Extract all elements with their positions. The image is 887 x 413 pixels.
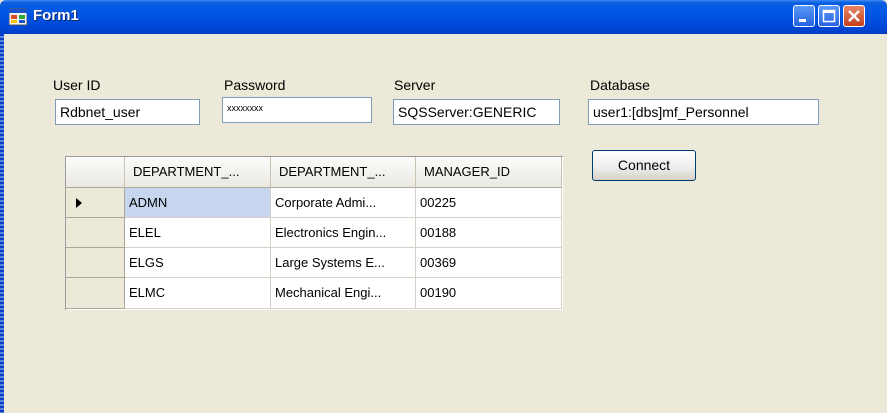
grid-cell[interactable]: Electronics Engin... <box>271 218 416 248</box>
close-button[interactable] <box>843 5 865 27</box>
minimize-button[interactable] <box>793 5 815 27</box>
column-header-department-code[interactable]: DEPARTMENT_... <box>125 157 271 188</box>
current-row-arrow-icon <box>76 198 82 208</box>
userid-label: User ID <box>53 77 101 93</box>
grid-cell[interactable]: 00369 <box>416 248 562 278</box>
database-field[interactable]: user1:[dbs]mf_Personnel <box>588 99 819 125</box>
grid-cell[interactable]: Large Systems E... <box>271 248 416 278</box>
column-header-department-name[interactable]: DEPARTMENT_... <box>271 157 416 188</box>
server-label: Server <box>394 77 436 93</box>
grid-cell[interactable]: Mechanical Engi... <box>271 278 416 309</box>
grid-cell[interactable]: ELMC <box>125 278 271 309</box>
password-field[interactable]: xxxxxxxx <box>222 97 372 123</box>
server-field[interactable]: SQSServer:GENERIC <box>393 99 560 125</box>
grid-cell[interactable]: 00190 <box>416 278 562 309</box>
data-grid[interactable]: DEPARTMENT_... DEPARTMENT_... MANAGER_ID… <box>65 156 563 310</box>
grid-cell[interactable]: 00188 <box>416 218 562 248</box>
app-icon <box>9 8 27 26</box>
row-header[interactable] <box>66 278 125 309</box>
close-icon <box>848 10 860 22</box>
grid-cell[interactable]: ELEL <box>125 218 271 248</box>
row-header[interactable] <box>66 188 125 218</box>
database-label: Database <box>590 77 650 93</box>
window-title: Form1 <box>33 7 79 24</box>
maximize-icon <box>822 9 836 23</box>
row-header[interactable] <box>66 218 125 248</box>
title-bar[interactable]: Form1 <box>0 0 887 34</box>
grid-cell[interactable]: ELGS <box>125 248 271 278</box>
grid-cell[interactable]: ADMN <box>125 188 271 218</box>
connect-button[interactable]: Connect <box>592 150 696 181</box>
row-header[interactable] <box>66 248 125 278</box>
password-label: Password <box>224 77 286 93</box>
grid-cell[interactable]: Corporate Admi... <box>271 188 416 218</box>
userid-field[interactable]: Rdbnet_user <box>55 99 200 125</box>
maximize-button[interactable] <box>818 5 840 27</box>
grid-cell[interactable]: 00225 <box>416 188 562 218</box>
minimize-icon <box>799 19 806 22</box>
column-header-manager-id[interactable]: MANAGER_ID <box>416 157 562 188</box>
grid-corner-header[interactable] <box>66 157 125 188</box>
